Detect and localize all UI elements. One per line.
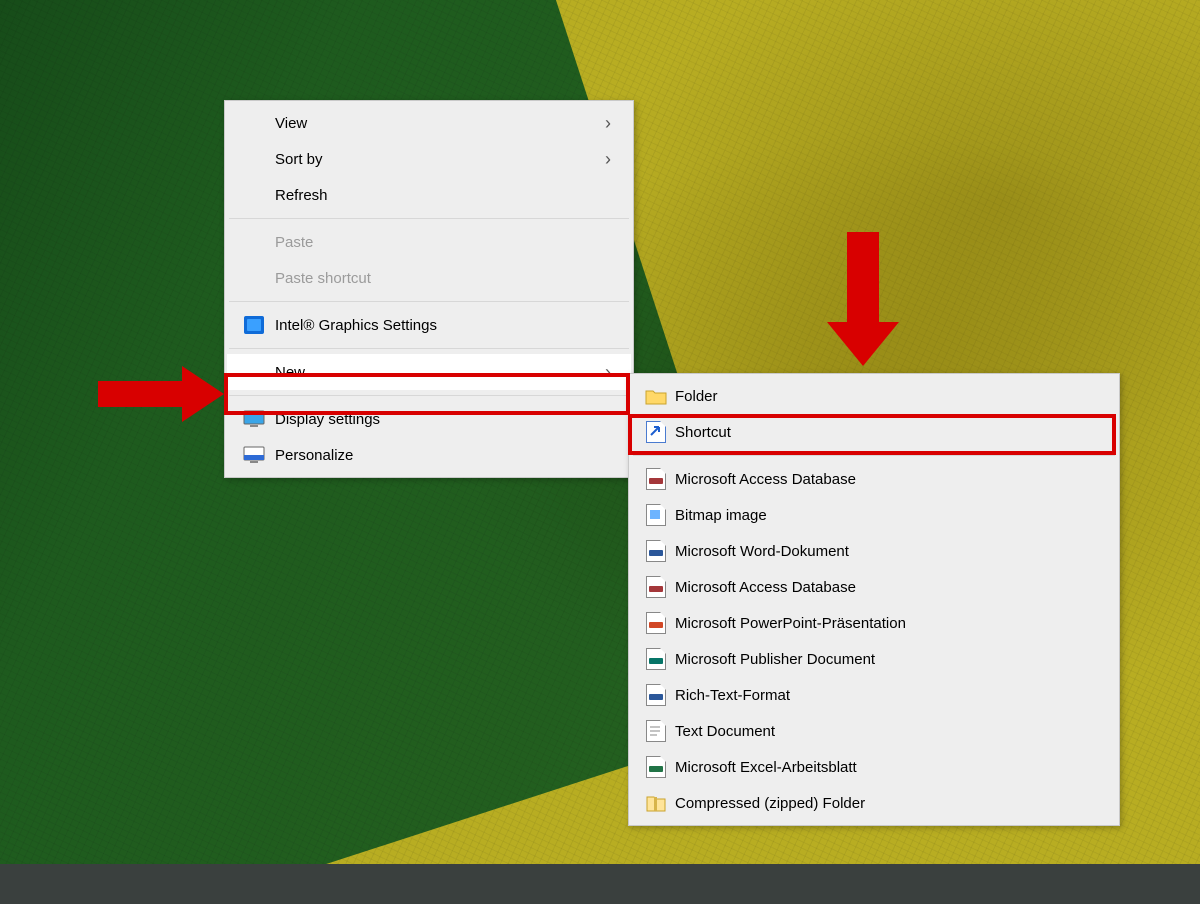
menu-item-refresh[interactable]: Refresh bbox=[227, 177, 631, 213]
menu-label: Bitmap image bbox=[675, 507, 1097, 524]
menu-label: Microsoft PowerPoint-Präsentation bbox=[675, 615, 1097, 632]
annotation-arrow-down bbox=[827, 232, 899, 368]
menu-label: Microsoft Excel-Arbeitsblatt bbox=[675, 759, 1097, 776]
menu-item-personalize[interactable]: Personalize bbox=[227, 437, 631, 473]
menu-item-new[interactable]: New › bbox=[227, 354, 631, 390]
access-icon bbox=[643, 468, 669, 490]
chevron-right-icon: › bbox=[605, 362, 611, 383]
menu-label: Microsoft Word-Dokument bbox=[675, 543, 1097, 560]
menu-item-sort-by[interactable]: Sort by › bbox=[227, 141, 631, 177]
zip-icon bbox=[643, 792, 669, 814]
access-icon bbox=[643, 576, 669, 598]
submenu-item-shortcut[interactable]: Shortcut bbox=[631, 414, 1117, 450]
menu-item-paste: Paste bbox=[227, 224, 631, 260]
menu-label: Sort by bbox=[275, 151, 605, 168]
submenu-item-access1[interactable]: Microsoft Access Database bbox=[631, 461, 1117, 497]
menu-item-intel-graphics[interactable]: Intel® Graphics Settings bbox=[227, 307, 631, 343]
menu-label: Microsoft Access Database bbox=[675, 471, 1097, 488]
word-icon bbox=[643, 540, 669, 562]
submenu-item-word[interactable]: Microsoft Word-Dokument bbox=[631, 533, 1117, 569]
menu-label: View bbox=[275, 115, 605, 132]
chevron-right-icon: › bbox=[605, 113, 611, 134]
folder-icon bbox=[643, 385, 669, 407]
menu-label: Refresh bbox=[275, 187, 611, 204]
shortcut-icon bbox=[643, 421, 669, 443]
desktop-wallpaper[interactable]: View › Sort by › Refresh Paste Paste sho… bbox=[0, 0, 1200, 904]
menu-separator bbox=[229, 348, 629, 349]
submenu-item-zip[interactable]: Compressed (zipped) Folder bbox=[631, 785, 1117, 821]
menu-item-view[interactable]: View › bbox=[227, 105, 631, 141]
submenu-item-publisher[interactable]: Microsoft Publisher Document bbox=[631, 641, 1117, 677]
new-submenu: Folder Shortcut Microsoft Access Database B… bbox=[628, 373, 1120, 826]
annotation-arrow-right bbox=[98, 366, 226, 422]
text-icon bbox=[643, 720, 669, 742]
menu-label: Microsoft Access Database bbox=[675, 579, 1097, 596]
menu-separator bbox=[229, 218, 629, 219]
display-settings-icon bbox=[239, 408, 269, 430]
bitmap-icon bbox=[643, 504, 669, 526]
menu-label: New bbox=[275, 364, 605, 381]
word-icon bbox=[643, 684, 669, 706]
publisher-icon bbox=[643, 648, 669, 670]
menu-separator bbox=[229, 301, 629, 302]
menu-label: Rich-Text-Format bbox=[675, 687, 1097, 704]
submenu-item-access2[interactable]: Microsoft Access Database bbox=[631, 569, 1117, 605]
submenu-item-powerpoint[interactable]: Microsoft PowerPoint-Präsentation bbox=[631, 605, 1117, 641]
menu-label: Paste shortcut bbox=[275, 270, 611, 287]
submenu-item-text[interactable]: Text Document bbox=[631, 713, 1117, 749]
menu-item-paste-shortcut: Paste shortcut bbox=[227, 260, 631, 296]
submenu-item-rtf[interactable]: Rich-Text-Format bbox=[631, 677, 1117, 713]
menu-label: Text Document bbox=[675, 723, 1097, 740]
menu-label: Shortcut bbox=[675, 424, 1097, 441]
submenu-item-bitmap[interactable]: Bitmap image bbox=[631, 497, 1117, 533]
powerpoint-icon bbox=[643, 612, 669, 634]
chevron-right-icon: › bbox=[605, 149, 611, 170]
menu-label: Intel® Graphics Settings bbox=[275, 317, 611, 334]
submenu-item-excel[interactable]: Microsoft Excel-Arbeitsblatt bbox=[631, 749, 1117, 785]
menu-label: Folder bbox=[675, 388, 1097, 405]
menu-label: Paste bbox=[275, 234, 611, 251]
personalize-icon bbox=[239, 444, 269, 466]
menu-separator bbox=[229, 395, 629, 396]
menu-separator bbox=[633, 455, 1115, 456]
excel-icon bbox=[643, 756, 669, 778]
taskbar[interactable] bbox=[0, 864, 1200, 904]
submenu-item-folder[interactable]: Folder bbox=[631, 378, 1117, 414]
menu-label: Compressed (zipped) Folder bbox=[675, 795, 1097, 812]
menu-label: Microsoft Publisher Document bbox=[675, 651, 1097, 668]
menu-item-display-settings[interactable]: Display settings bbox=[227, 401, 631, 437]
menu-label: Display settings bbox=[275, 411, 611, 428]
desktop-context-menu: View › Sort by › Refresh Paste Paste sho… bbox=[224, 100, 634, 478]
menu-label: Personalize bbox=[275, 447, 611, 464]
intel-graphics-icon bbox=[239, 314, 269, 336]
